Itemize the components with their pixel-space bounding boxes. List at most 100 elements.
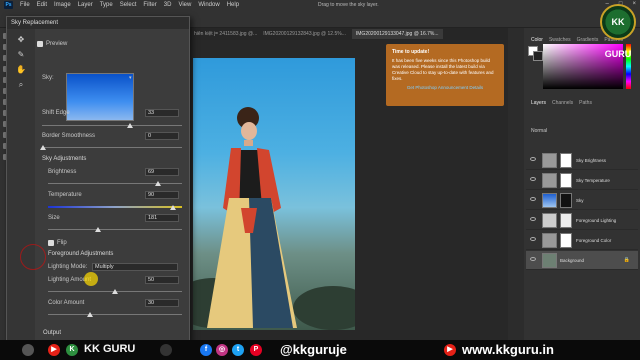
tab-color[interactable]: Color [531, 37, 543, 43]
move-tool-icon[interactable]: ✥ [16, 35, 26, 44]
eye-icon[interactable] [530, 177, 536, 181]
menu-filter[interactable]: Filter [143, 2, 156, 8]
menu-type[interactable]: Type [100, 2, 113, 8]
border-smoothness-handle[interactable] [40, 145, 46, 150]
menu-layer[interactable]: Layer [78, 2, 93, 8]
menu-3d[interactable]: 3D [164, 2, 172, 8]
menu-select[interactable]: Select [120, 2, 137, 8]
border-smoothness-field[interactable]: 0 [145, 132, 179, 140]
zoom-tool-icon[interactable]: ⌕ [16, 80, 26, 89]
logo-icon: K [66, 344, 78, 356]
sky-adjustments-header[interactable]: Sky Adjustments [42, 156, 86, 162]
menu-help[interactable]: Help [227, 2, 239, 8]
shift-edge-field[interactable]: 33 [145, 109, 179, 117]
pinterest-icon[interactable]: P [250, 344, 262, 356]
size-field[interactable]: 181 [145, 214, 179, 222]
app-icon [160, 344, 172, 356]
lock-icon: 🔒 [623, 257, 630, 263]
layer-row[interactable]: Sky Temperature [526, 171, 638, 190]
eye-icon[interactable] [530, 197, 536, 201]
status-hint: Drag to move the sky layer. [318, 2, 379, 8]
brightness-field[interactable]: 69 [145, 168, 179, 176]
tab-layers[interactable]: Layers [531, 100, 546, 106]
layer-name: Background [560, 258, 585, 263]
doc-tab[interactable]: IMG20200129132843.jpg @ 12.5%... [263, 31, 346, 37]
youtube-icon[interactable]: ▶ [48, 344, 60, 356]
adjustment-icon [542, 173, 557, 188]
layer-row[interactable]: Sky [526, 191, 638, 210]
layer-mask-thumb [560, 173, 572, 188]
youtube-icon[interactable]: ▶ [444, 344, 456, 356]
eye-icon[interactable] [530, 157, 536, 161]
sky-label: Sky: [42, 75, 54, 81]
shift-edge-handle[interactable] [127, 123, 133, 128]
color-amount-label: Color Amount [48, 300, 85, 306]
layer-name: Sky Temperature [576, 178, 610, 183]
color-amount-slider[interactable] [48, 314, 182, 315]
menu-view[interactable]: View [178, 2, 191, 8]
panel-icon-strip [508, 28, 524, 340]
foreground-adjustments-header[interactable]: Foreground Adjustments [48, 251, 113, 257]
background-color-swatch[interactable] [533, 51, 543, 61]
brightness-handle[interactable] [155, 181, 161, 186]
eye-icon[interactable] [530, 217, 536, 221]
flip-checkbox[interactable] [48, 240, 54, 246]
close-icon[interactable]: × [632, 1, 636, 7]
lighting-amount-handle[interactable] [112, 289, 118, 294]
sky-brush-icon[interactable]: ✎ [16, 50, 26, 59]
color-amount-handle[interactable] [87, 312, 93, 317]
notification-title: Time to update! [392, 49, 430, 55]
sky-thumbnail[interactable] [66, 73, 134, 121]
twitter-icon[interactable]: t [232, 344, 244, 356]
channel-logo: KK GURU [600, 4, 636, 59]
output-header[interactable]: Output [43, 330, 61, 336]
chevron-down-icon[interactable]: ▾ [129, 75, 132, 81]
tab-gradients[interactable]: Gradients [577, 37, 599, 43]
update-notification[interactable]: Time to update! It has been five weeks s… [386, 44, 504, 106]
layer-row[interactable]: Foreground Color [526, 231, 638, 250]
temperature-field[interactable]: 90 [145, 191, 179, 199]
layer-row-selected[interactable]: Background 🔒 [526, 251, 638, 270]
menu-bar: Ps File Edit Image Layer Type Select Fil… [0, 0, 640, 10]
lighting-amount-field[interactable]: 50 [145, 276, 179, 284]
shift-edge-slider[interactable] [42, 125, 182, 126]
brightness-label: Brightness [48, 169, 77, 175]
layer-thumb [542, 253, 557, 268]
layer-row[interactable]: Foreground Lighting [526, 211, 638, 230]
doc-tab[interactable]: hiên kiệt j= 2411583.jpg @... [194, 31, 257, 37]
layer-row[interactable]: Sky Brightness [526, 151, 638, 170]
instagram-icon[interactable]: ◎ [216, 344, 228, 356]
border-smoothness-label: Border Smoothness [42, 133, 96, 139]
facebook-icon[interactable]: f [200, 344, 212, 356]
menu-edit[interactable]: Edit [37, 2, 47, 8]
menu-image[interactable]: Image [54, 2, 71, 8]
tab-channels[interactable]: Channels [552, 100, 573, 106]
document-canvas-photo[interactable] [193, 58, 355, 330]
eye-icon[interactable] [530, 257, 536, 261]
hand-tool-icon[interactable]: ✋ [16, 65, 26, 74]
size-handle[interactable] [95, 227, 101, 232]
border-smoothness-slider[interactable] [42, 147, 182, 148]
menu-window[interactable]: Window [198, 2, 219, 8]
size-slider[interactable] [48, 229, 182, 230]
preview-label: Preview [46, 41, 68, 47]
sky-replacement-dialog: Sky Replacement ✥ ✎ ✋ ⌕ Preview Sky: ▾ S… [6, 16, 190, 347]
dialog-title: Sky Replacement [7, 17, 189, 29]
menu-file[interactable]: File [20, 2, 30, 8]
temperature-slider[interactable] [48, 206, 182, 208]
preview-checkbox[interactable] [37, 41, 43, 47]
color-amount-field[interactable]: 30 [145, 299, 179, 307]
doc-tab-active[interactable]: IMG20200129133047.jpg @ 16.7%... [351, 29, 443, 39]
flip-label: Flip [57, 240, 67, 246]
layer-name: Sky Brightness [576, 158, 607, 163]
eye-icon[interactable] [530, 237, 536, 241]
tab-swatches[interactable]: Swatches [549, 37, 571, 43]
blend-mode-select[interactable]: Normal [531, 128, 547, 134]
lighting-mode-select[interactable]: Multiply [92, 263, 178, 271]
notification-link[interactable]: Get Photoshop Announcement Details [392, 85, 498, 91]
layer-thumb [542, 193, 557, 208]
temperature-handle[interactable] [170, 205, 176, 210]
photoshop-app-icon[interactable]: Ps [4, 1, 13, 9]
tab-paths[interactable]: Paths [579, 100, 592, 106]
brightness-slider[interactable] [48, 183, 182, 184]
